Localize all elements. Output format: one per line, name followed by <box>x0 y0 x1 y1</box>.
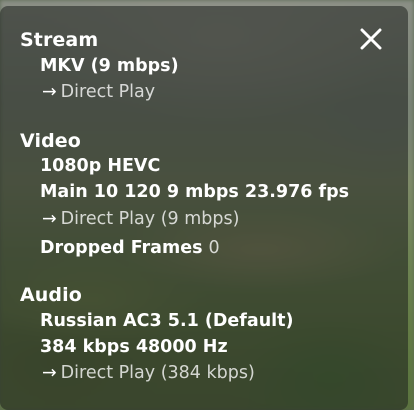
arrow-right-icon: → <box>42 209 57 229</box>
arrow-right-icon: → <box>42 82 57 102</box>
audio-playback-method: → Direct Play (384 kbps) <box>42 363 255 383</box>
dropped-frames-label: Dropped Frames <box>40 238 203 258</box>
dropped-frames-row: Dropped Frames 0 <box>40 238 220 258</box>
video-section-title: Video <box>20 130 81 152</box>
video-playback-label: Direct Play (9 mbps) <box>60 209 240 229</box>
stream-playback-method: → Direct Play <box>42 82 155 102</box>
audio-stream-details: 384 kbps 48000 Hz <box>40 337 228 357</box>
video-playback-method: → Direct Play (9 mbps) <box>42 209 239 229</box>
close-button[interactable] <box>356 24 386 54</box>
stream-container-info: MKV (9 mbps) <box>40 56 179 76</box>
close-icon <box>360 28 382 50</box>
stream-playback-label: Direct Play <box>60 82 156 102</box>
arrow-right-icon: → <box>42 363 57 383</box>
video-resolution-codec: 1080p HEVC <box>40 156 161 176</box>
audio-track-info: Russian AC3 5.1 (Default) <box>40 311 294 331</box>
video-player: Stream MKV (9 mbps) → Direct Play Video 1… <box>0 0 414 410</box>
video-stream-details: Main 10 120 9 mbps 23.976 fps <box>40 182 350 202</box>
audio-section-title: Audio <box>20 284 82 306</box>
audio-playback-label: Direct Play (384 kbps) <box>60 363 255 383</box>
stream-section-title: Stream <box>20 29 99 51</box>
dropped-frames-value: 0 <box>208 238 220 258</box>
